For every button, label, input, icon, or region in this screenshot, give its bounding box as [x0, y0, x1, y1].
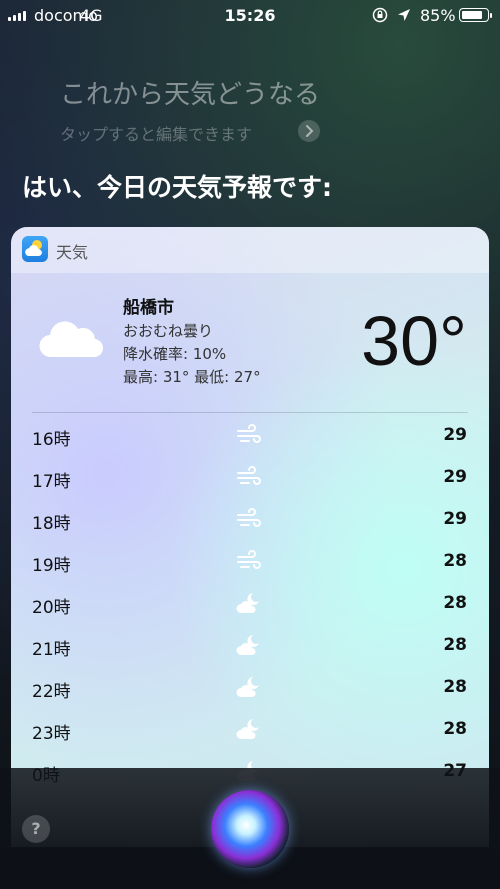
high-low-temp: 最高: 31° 最低: 27° [123, 368, 261, 386]
wind-icon [235, 507, 263, 531]
siri-response-text: はい、今日の天気予報です: [22, 173, 332, 202]
help-button[interactable]: ? [22, 815, 50, 843]
hour-temperature: 28 [443, 551, 467, 571]
hour-temperature: 28 [443, 719, 467, 739]
hourly-row: 20時 28 [11, 583, 489, 625]
hourly-row: 23時 28 [11, 709, 489, 751]
battery-percent: 85% [420, 6, 456, 25]
edit-hint[interactable]: タップすると編集できます [60, 121, 252, 145]
wind-icon [235, 549, 263, 573]
hour-temperature: 28 [443, 635, 467, 655]
chevron-right-icon[interactable] [298, 120, 320, 142]
hour-temperature: 28 [443, 677, 467, 697]
weather-condition: おおむね曇り [123, 322, 214, 340]
hour-temperature: 29 [443, 509, 467, 529]
hour-label: 23時 [32, 724, 71, 744]
hour-label: 18時 [32, 514, 71, 534]
partly-cloudy-night-icon [235, 591, 263, 615]
hour-label: 20時 [32, 598, 71, 618]
partly-cloudy-night-icon [235, 633, 263, 657]
city-name: 船橋市 [123, 298, 174, 318]
weather-app-icon [22, 236, 48, 262]
weather-card[interactable]: 天気 船橋市 おおむね曇り 降水確率: 10% 最高: 31° 最低: 27° … [11, 227, 489, 847]
hour-temperature: 28 [443, 593, 467, 613]
location-arrow-icon [398, 9, 410, 21]
hour-label: 19時 [32, 556, 71, 576]
app-name: 天気 [56, 243, 89, 262]
status-bar: docomo 4G 15:26 85% [0, 0, 500, 30]
hour-temperature: 29 [443, 425, 467, 445]
hour-label: 16時 [32, 430, 71, 450]
divider [32, 412, 468, 413]
hour-label: 22時 [32, 682, 71, 702]
precipitation-chance: 降水確率: 10% [123, 345, 227, 363]
current-temperature: 30° [361, 302, 467, 380]
partly-cloudy-night-icon [235, 717, 263, 741]
hour-temperature: 29 [443, 467, 467, 487]
battery-icon [459, 8, 492, 22]
battery-level [462, 11, 482, 19]
siri-orb-icon[interactable] [211, 790, 289, 868]
hourly-row: 21時 28 [11, 625, 489, 667]
partly-cloudy-night-icon [235, 675, 263, 699]
hourly-row: 18時 29 [11, 499, 489, 541]
hourly-row: 17時 29 [11, 457, 489, 499]
hour-label: 21時 [32, 640, 71, 660]
hour-label: 17時 [32, 472, 71, 492]
wind-icon [235, 465, 263, 489]
hourly-row: 22時 28 [11, 667, 489, 709]
cloud-icon [39, 321, 104, 358]
siri-bottom-bar: ? [0, 768, 500, 889]
hourly-row: 16時 29 [11, 415, 489, 457]
siri-query-text[interactable]: これから天気どうなる [60, 74, 320, 111]
rotation-lock-icon [372, 7, 388, 23]
weather-card-header: 天気 [11, 227, 489, 273]
wind-icon [235, 423, 263, 447]
hourly-row: 19時 28 [11, 541, 489, 583]
